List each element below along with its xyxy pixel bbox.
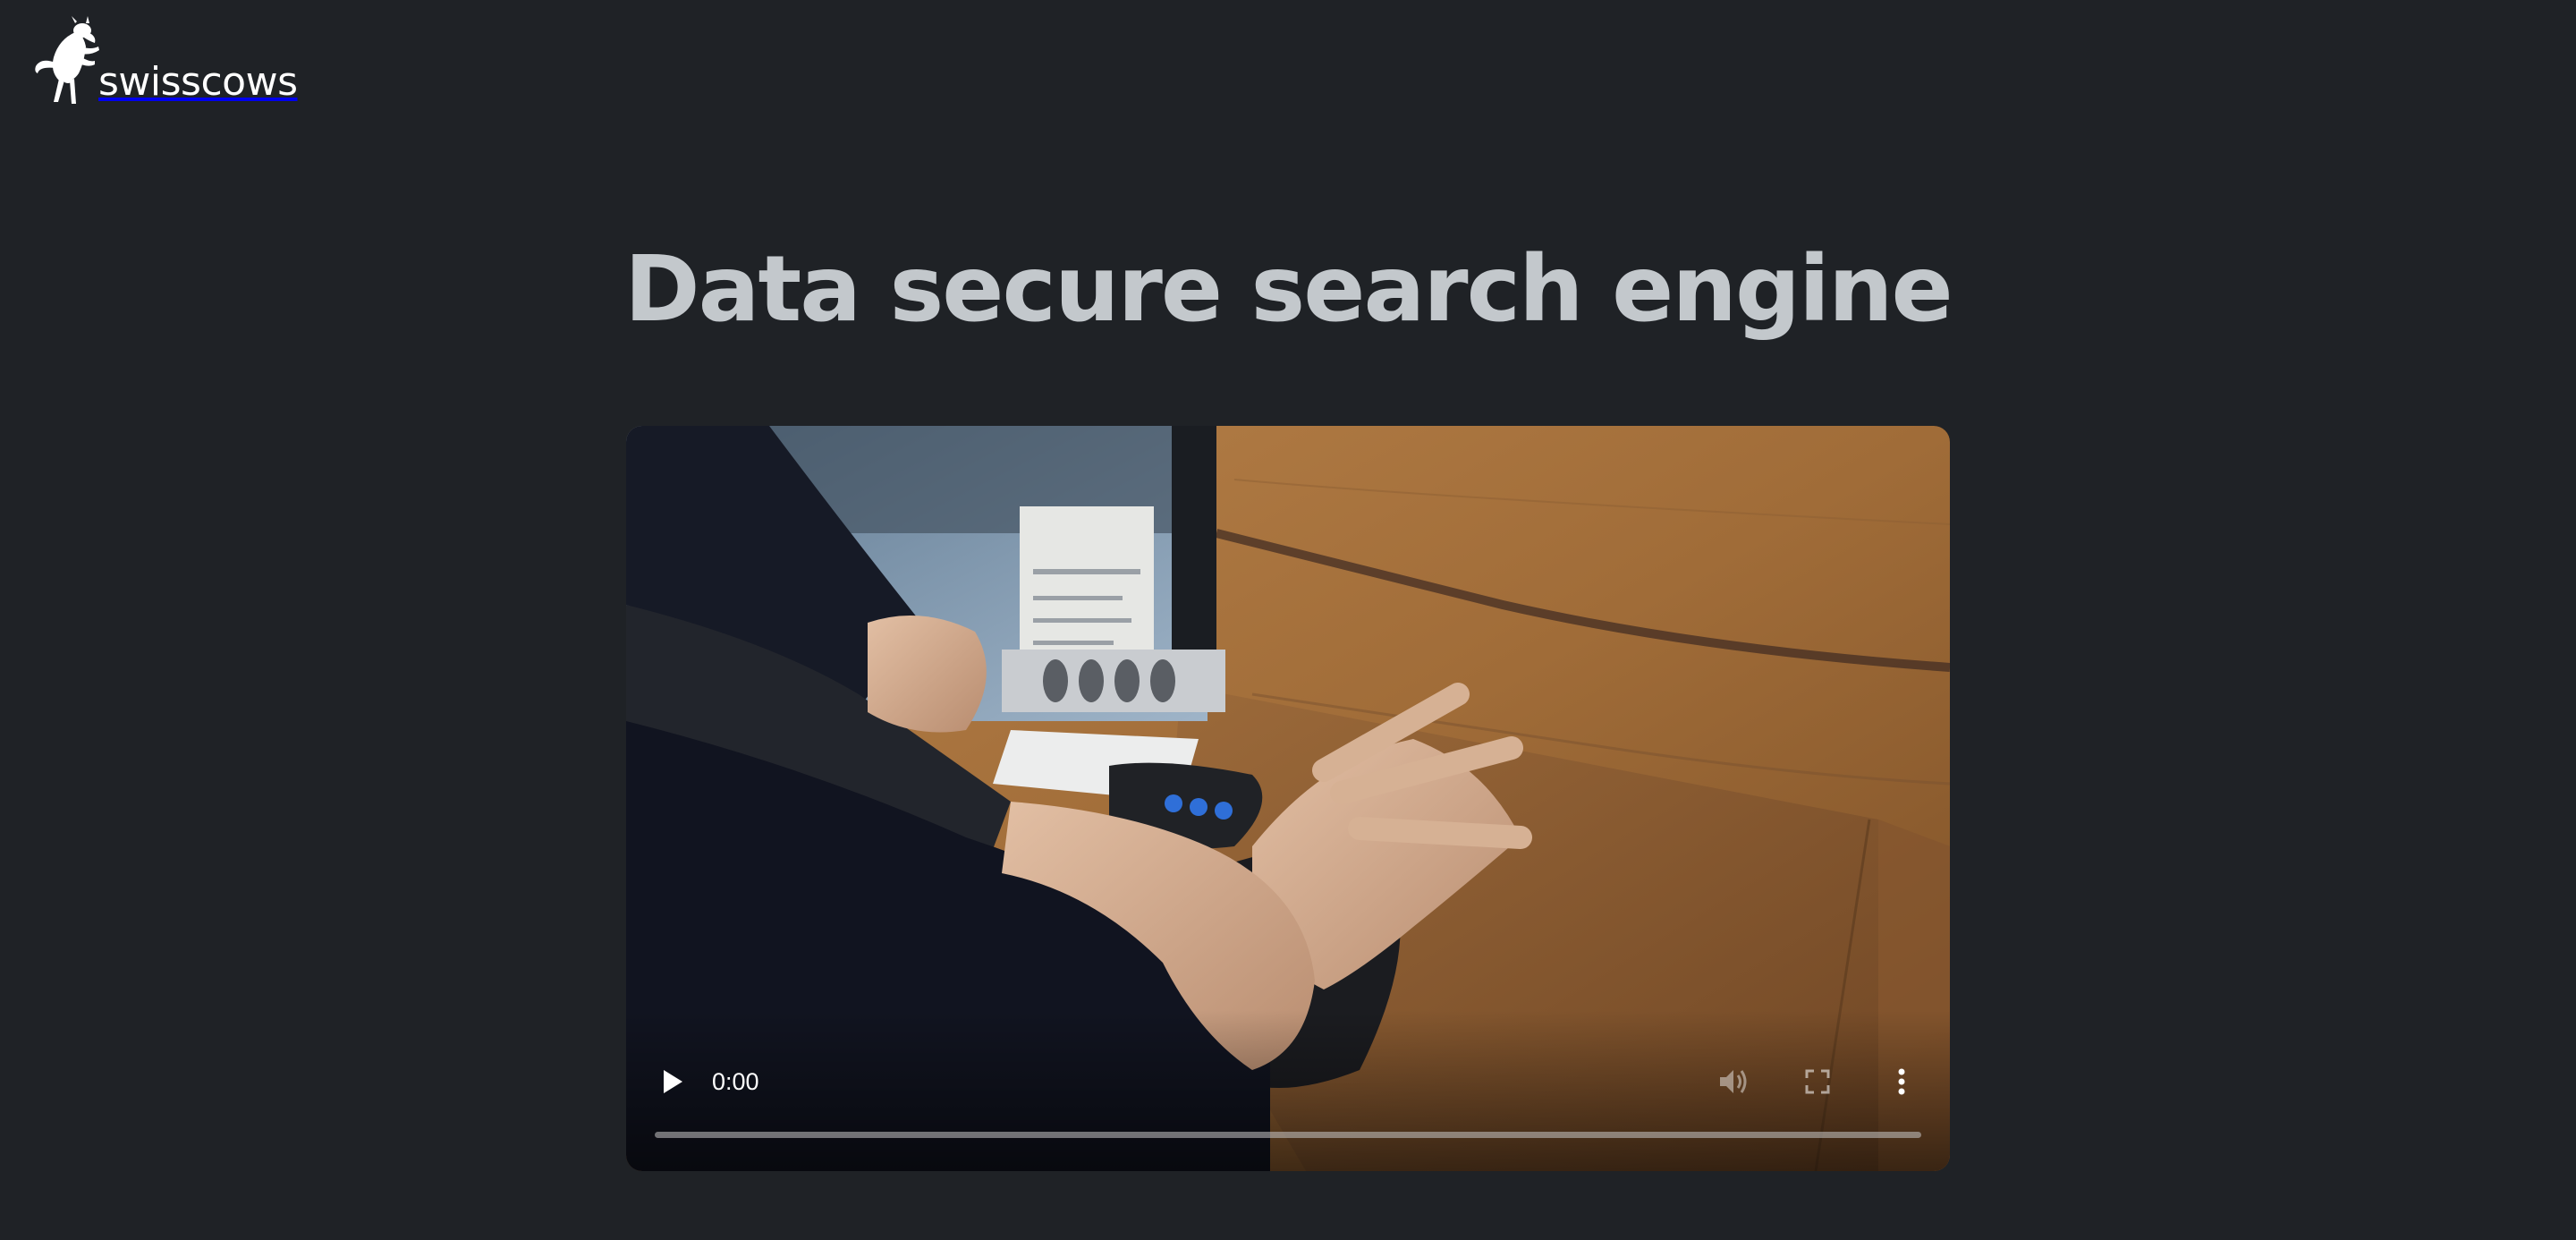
page-title: Data secure search engine: [624, 236, 1953, 343]
video-controls: 0:00: [626, 1037, 1950, 1171]
video-player[interactable]: 0:00: [626, 426, 1950, 1171]
more-options-button[interactable]: [1884, 1060, 1919, 1103]
fullscreen-icon: [1805, 1069, 1830, 1094]
seek-bar[interactable]: [655, 1132, 1921, 1138]
cow-icon: [35, 16, 99, 104]
play-button[interactable]: [651, 1060, 694, 1103]
brand-name: swisscows: [98, 59, 298, 105]
volume-icon: [1720, 1070, 1747, 1093]
play-icon: [664, 1070, 682, 1093]
mute-button[interactable]: [1710, 1060, 1757, 1103]
swisscows-logo[interactable]: swisscows: [32, 16, 298, 109]
fullscreen-button[interactable]: [1796, 1060, 1839, 1103]
more-vertical-icon: [1898, 1068, 1905, 1095]
current-time: 0:00: [712, 1068, 759, 1095]
